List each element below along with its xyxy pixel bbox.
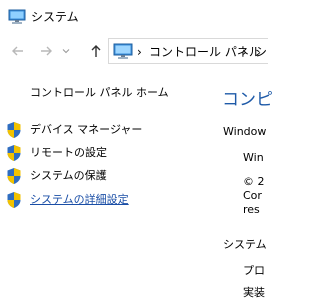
navigation-bar: › コントロール パネル › シ [0,36,268,66]
up-button[interactable] [86,41,106,61]
back-button[interactable] [8,41,28,61]
task-label: システムの詳細設定 [30,193,129,206]
task-label: デバイス マネージャー [30,123,143,136]
breadcrumb-system[interactable]: シ [255,44,267,60]
control-panel-icon [113,43,133,59]
forward-arrow-icon [41,46,52,56]
shield-icon [7,168,21,184]
task-label: システムの保護 [30,169,107,182]
task-system-protection[interactable]: システムの保護 [6,167,206,185]
page-heading: コンピ [222,90,273,110]
edition-line: © 2 [243,175,265,188]
chevron-down-icon [62,49,70,54]
address-bar[interactable]: › コントロール パネル › シ [108,38,268,64]
task-advanced-system-settings[interactable]: システムの詳細設定 [6,191,206,209]
breadcrumb-separator: › [137,45,142,59]
system-line: プロ [243,264,265,277]
task-device-manager[interactable]: デバイス マネージャー [6,121,206,139]
shield-icon [7,145,21,161]
system-line: 実装 [243,286,265,299]
edition-line: res [243,203,260,216]
windows-edition-title: Window [223,125,267,138]
control-panel-home-link[interactable]: コントロール パネル ホーム [30,86,169,100]
edition-line: Cor [243,189,262,202]
edition-line: Win [243,151,264,164]
shield-icon [7,192,21,208]
computer-icon [8,9,26,24]
up-arrow-icon [91,45,101,57]
task-remote-settings[interactable]: リモートの設定 [6,144,206,162]
system-section-title: システム [223,238,267,251]
title-bar: システム [0,0,260,34]
breadcrumb-separator: › [242,45,247,59]
back-arrow-icon [12,46,23,56]
shield-icon [7,122,21,138]
window-title: システム [31,10,79,24]
system-window: システム › コントロール パネル › シ コントロール パネル ホーム デバイ… [0,0,273,308]
forward-button[interactable] [36,41,56,61]
recent-locations-button[interactable] [60,41,72,61]
task-label: リモートの設定 [30,146,107,159]
